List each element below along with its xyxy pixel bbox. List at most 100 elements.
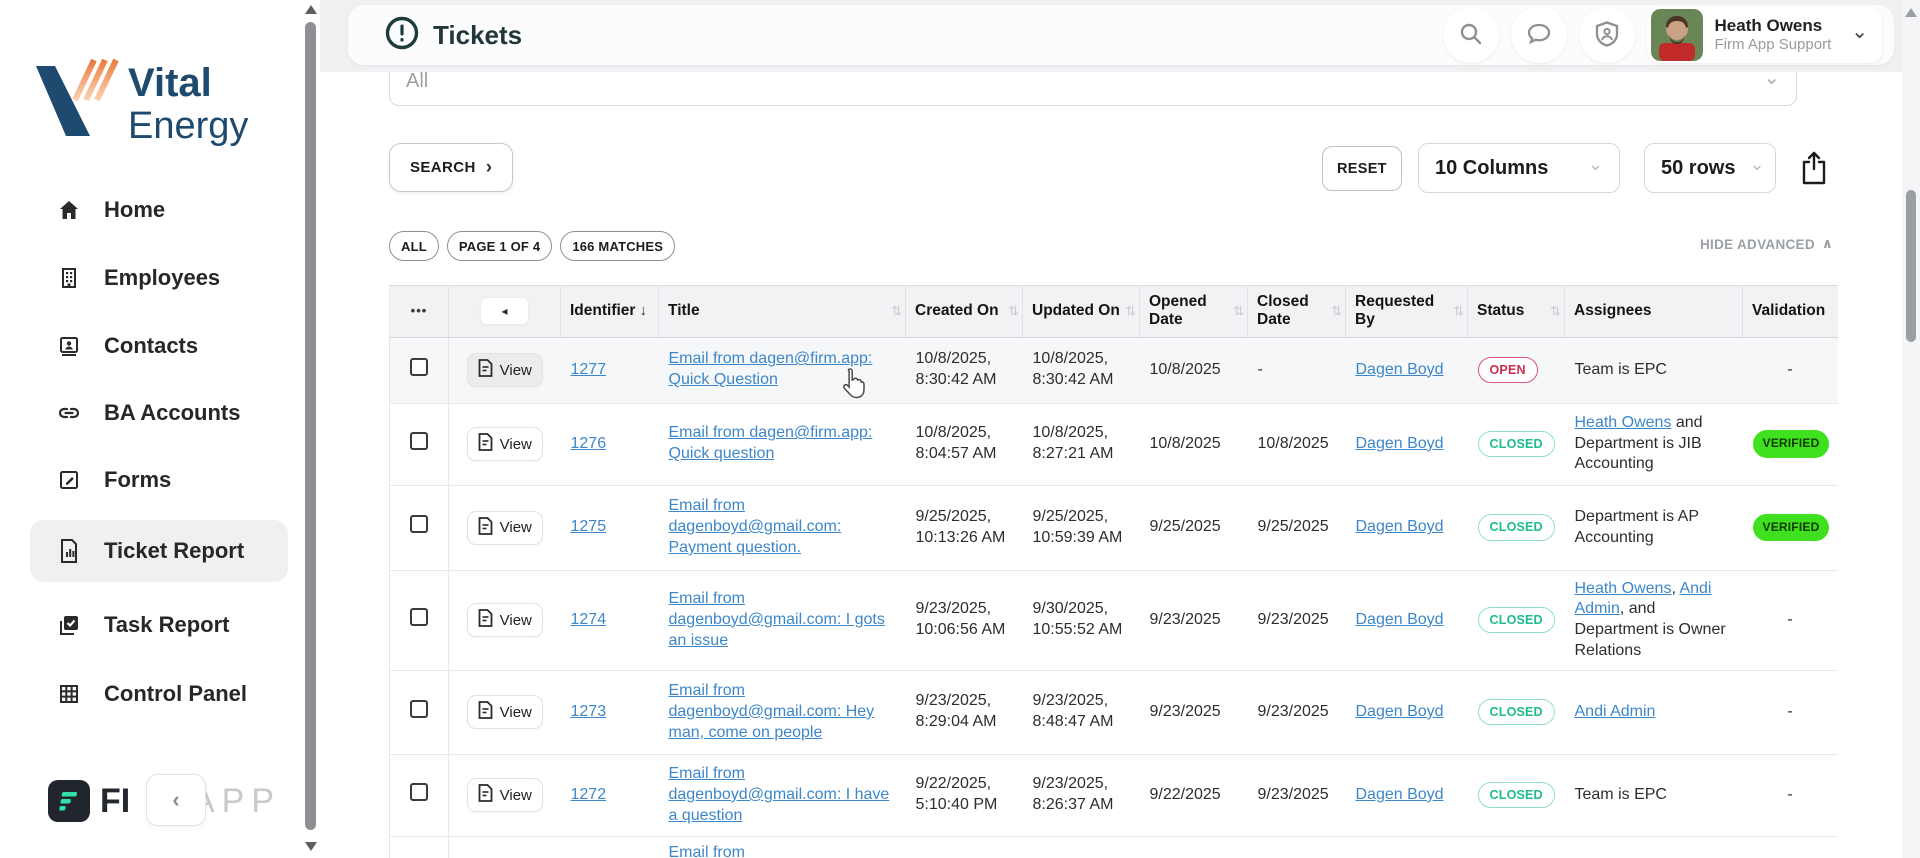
updated-on-cell: 9/23/2025, 8:48:47 AM [1022, 670, 1140, 755]
building-icon [56, 265, 82, 291]
row-checkbox[interactable] [410, 357, 428, 376]
user-name: Heath Owens [1714, 15, 1823, 35]
requested-by-link[interactable]: Dagen Boyd [1356, 518, 1444, 535]
columns-dropdown[interactable]: 10 Columns ⌄ [1418, 143, 1620, 193]
row-checkbox[interactable] [410, 699, 428, 718]
column-header-identifier[interactable]: Identifier ↓ [560, 285, 659, 338]
page-scrollbar-thumb[interactable] [1906, 190, 1916, 342]
column-header-status[interactable]: Status ⇅ [1467, 285, 1565, 338]
ticket-title-link[interactable]: Email from [669, 844, 745, 858]
row-checkbox[interactable] [410, 782, 428, 801]
view-button[interactable]: View [466, 695, 543, 730]
updated-on-cell: 10/8/2025, 8:27:21 AM [1022, 403, 1140, 486]
requested-by-link[interactable]: Dagen Boyd [1356, 703, 1444, 720]
page-scrollbar[interactable] [1902, 0, 1920, 858]
sidebar-item-task-report[interactable]: Task Report [30, 601, 288, 649]
hide-advanced-toggle[interactable]: HIDE ADVANCED ∧ [1700, 236, 1833, 252]
table-row: View 1276 Email from dagen@firm.app: Quick… [389, 403, 1838, 486]
requested-by-link[interactable]: Dagen Boyd [1356, 786, 1444, 803]
page-title-group: Tickets [384, 15, 522, 56]
sort-descending-icon: ↓ [639, 302, 647, 320]
identifier-cell: 1274 [560, 570, 659, 671]
view-button[interactable]: View [466, 603, 543, 638]
sidebar-item-contacts[interactable]: Contacts [30, 322, 288, 370]
ticket-table-body: View 1277 Email from dagen@firm.app: Quick… [389, 337, 1838, 858]
ticket-id-link[interactable]: 1274 [571, 611, 607, 628]
assignees-cell: Department is AP Accounting [1564, 485, 1743, 571]
row-checkbox[interactable] [410, 607, 428, 626]
chevron-left-icon: ‹ [172, 787, 180, 812]
column-header-assignees[interactable]: Assignees [1564, 285, 1743, 338]
sidebar-scrollbar-thumb[interactable] [305, 22, 316, 830]
view-button[interactable]: View [466, 353, 543, 388]
requested-by-link[interactable]: Dagen Boyd [1356, 361, 1444, 378]
created-on-cell: 9/23/2025, 8:29:04 AM [905, 670, 1023, 755]
scroll-up-icon[interactable] [1905, 8, 1917, 17]
header-actions: Heath Owens Firm App Support ⌄ [1442, 5, 1882, 65]
collapse-column-button[interactable]: ◂ [480, 297, 529, 326]
ticket-title-link[interactable]: Email from dagenboyd@gmail.com: I have a… [669, 765, 890, 824]
sidebar-item-ticket-report[interactable]: Ticket Report [30, 520, 288, 582]
sidebar-item-label: Contacts [104, 333, 199, 358]
assignee-link[interactable]: Heath Owens [1575, 414, 1672, 431]
view-button[interactable]: View [466, 510, 543, 545]
column-header-title[interactable]: Title ⇅ [658, 285, 906, 338]
checkbox-cell [389, 337, 449, 404]
sidebar-item-ba-accounts[interactable]: BA Accounts [30, 389, 288, 437]
document-icon [478, 516, 493, 539]
updated-on-cell: 10/8/2025, 8:30:42 AM [1022, 337, 1140, 404]
sidebar-item-home[interactable]: Home [30, 186, 288, 234]
requested-by-link[interactable]: Dagen Boyd [1356, 435, 1444, 452]
ticket-id-link[interactable]: 1272 [571, 786, 607, 803]
ticket-title-link[interactable]: Email from dagen@firm.app: Quick Questio… [669, 350, 873, 388]
column-header-closed[interactable]: Closed Date ⇅ [1247, 285, 1346, 338]
search-button[interactable]: SEARCH › [389, 143, 514, 192]
scroll-up-icon[interactable] [305, 5, 317, 14]
chat-icon [1525, 21, 1553, 50]
chat-icon-button[interactable] [1510, 7, 1567, 63]
rows-dropdown[interactable]: 50 rows ⌄ [1644, 143, 1776, 193]
requested-by-cell: Dagen Boyd [1345, 337, 1468, 404]
assignee-link[interactable]: Andi Admin [1575, 703, 1656, 720]
row-actions-menu-icon[interactable]: ••• [411, 303, 428, 318]
ticket-title-link[interactable]: Email from dagenboyd@gmail.com: Hey man,… [669, 682, 875, 741]
scroll-down-icon[interactable] [305, 842, 317, 851]
view-button[interactable]: View [466, 778, 543, 813]
sidebar-collapse-button[interactable]: ‹ [146, 774, 206, 826]
row-checkbox[interactable] [410, 515, 428, 534]
ticket-id-link[interactable]: 1276 [571, 435, 607, 452]
sidebar-item-forms[interactable]: Forms [30, 456, 288, 504]
ticket-title-link[interactable]: Email from dagenboyd@gmail.com: Payment … [669, 497, 842, 556]
assignee-text: Department is AP Accounting [1574, 507, 1699, 546]
user-menu[interactable]: Heath Owens Firm App Support ⌄ [1646, 7, 1882, 63]
privacy-shield-icon-button[interactable] [1578, 7, 1635, 63]
ticket-id-link[interactable]: 1277 [571, 361, 607, 378]
requested-by-link[interactable]: Dagen Boyd [1356, 611, 1444, 628]
assignees-cell: Heath Owens and Department is JIB Accoun… [1564, 403, 1743, 486]
search-icon-button[interactable] [1442, 7, 1499, 63]
empty-cell [1565, 836, 1743, 858]
column-header-validation[interactable]: Validation [1742, 285, 1838, 338]
column-header-opened[interactable]: Opened Date ⇅ [1139, 285, 1248, 338]
column-header-requested[interactable]: Requested By ⇅ [1345, 285, 1468, 338]
sidebar-scrollbar[interactable] [302, 0, 320, 858]
search-button-label: SEARCH [410, 159, 476, 176]
assignee-link[interactable]: Heath Owens [1575, 580, 1672, 597]
sidebar-item-control-panel[interactable]: Control Panel [30, 670, 288, 718]
column-header-updated[interactable]: Updated On ⇅ [1022, 285, 1140, 338]
ticket-title-link[interactable]: Email from dagenboyd@gmail.com: I gots a… [669, 590, 885, 649]
validation-cell: - [1742, 670, 1838, 755]
export-share-button[interactable] [1794, 149, 1834, 189]
requested-by-cell: Dagen Boyd [1345, 570, 1468, 671]
hide-advanced-label: HIDE ADVANCED [1700, 236, 1815, 252]
ticket-title-link[interactable]: Email from dagen@firm.app: Quick questio… [669, 424, 873, 462]
row-checkbox[interactable] [410, 431, 428, 450]
ticket-id-link[interactable]: 1273 [571, 703, 607, 720]
sidebar-item-employees[interactable]: Employees [30, 254, 288, 302]
sort-icon: ⇅ [1550, 303, 1561, 319]
status-badge: CLOSED [1477, 514, 1555, 541]
reset-button[interactable]: RESET [1322, 146, 1402, 191]
ticket-id-link[interactable]: 1275 [571, 518, 607, 535]
column-header-created[interactable]: Created On ⇅ [905, 285, 1023, 338]
view-button[interactable]: View [466, 427, 543, 462]
